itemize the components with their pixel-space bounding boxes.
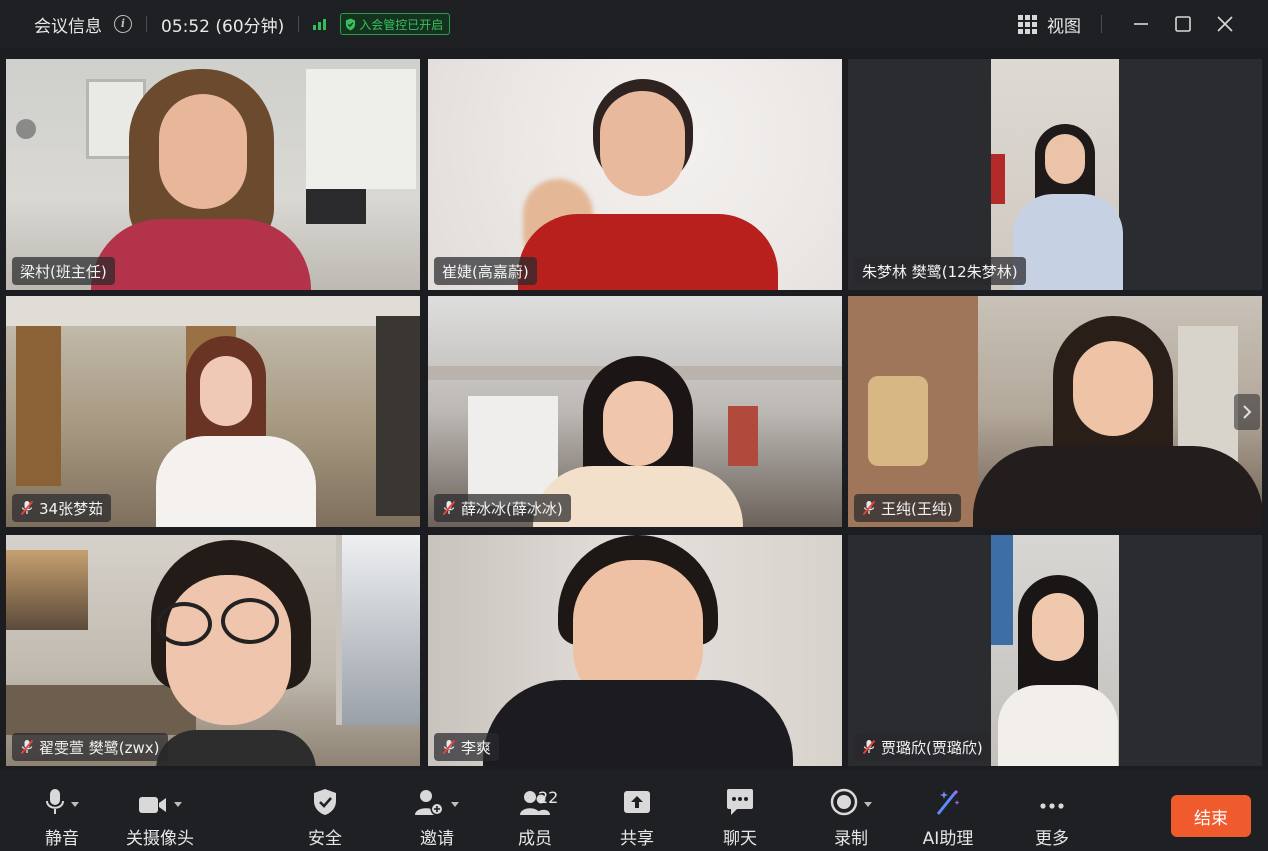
video-feed: [848, 535, 1262, 766]
participant-name: 34张梦茹: [39, 499, 104, 518]
member-count-badge: 22: [538, 788, 559, 807]
video-feed: [848, 296, 1262, 527]
close-icon: [1217, 16, 1233, 32]
participant-name: 翟雯萱 樊鹭(zwx): [39, 738, 160, 757]
camera-options-caret[interactable]: [174, 802, 182, 807]
video-feed: [6, 296, 420, 527]
chevron-right-icon: [1243, 405, 1252, 419]
video-feed: [6, 59, 420, 290]
members-label: 成员: [518, 829, 552, 849]
chat-label: 聊天: [723, 829, 757, 849]
ai-assistant-button[interactable]: AI助理: [918, 770, 978, 851]
camera-label: 关摄像头: [126, 829, 194, 849]
maximize-icon: [1175, 16, 1191, 32]
participant-name: 贾璐欣(贾璐欣): [881, 738, 983, 757]
video-tile[interactable]: 34张梦茹: [6, 296, 420, 527]
participant-name: 朱梦林 樊鹭(12朱梦林): [862, 262, 1018, 281]
video-tile[interactable]: 李爽: [428, 535, 842, 766]
invite-options-caret[interactable]: [451, 802, 459, 807]
mic-muted-icon: [442, 739, 456, 755]
participant-name: 崔婕(高嘉蔚): [442, 262, 529, 281]
meeting-info-title[interactable]: 会议信息: [34, 12, 102, 37]
invite-button[interactable]: 邀请: [404, 770, 470, 851]
maximize-button[interactable]: [1162, 8, 1204, 40]
more-dots-icon: [1040, 803, 1064, 809]
divider: [146, 16, 147, 32]
video-camera-icon: [139, 797, 166, 813]
participant-name: 薛冰冰(薛冰冰): [461, 499, 563, 518]
participant-name-tag: 崔婕(高嘉蔚): [434, 257, 537, 285]
mic-muted-icon: [862, 500, 876, 516]
chat-bubble-icon: [727, 789, 753, 815]
video-feed: [428, 296, 842, 527]
meeting-toolbar: 静音 关摄像头 安全 邀请 22 成员 共享 聊天 录制 AI助理 更多 结束: [0, 770, 1268, 851]
participant-name-tag: 翟雯萱 樊鹭(zwx): [12, 733, 168, 761]
video-feed: [6, 535, 420, 766]
participant-name-tag: 34张梦茹: [12, 494, 112, 522]
ai-assistant-label: AI助理: [922, 829, 974, 849]
magic-wand-icon: [936, 789, 960, 815]
video-feed: [848, 59, 1262, 290]
participant-name-tag: 王纯(王纯): [854, 494, 961, 522]
mic-muted-icon: [862, 739, 876, 755]
divider: [298, 16, 300, 32]
video-tile[interactable]: 梁村(班主任): [6, 59, 420, 290]
invite-label: 邀请: [420, 829, 454, 849]
record-button[interactable]: 录制: [820, 770, 882, 851]
view-grid-icon[interactable]: [1018, 14, 1037, 34]
add-user-icon: [415, 790, 444, 816]
admission-control-badge[interactable]: 入会管控已开启: [340, 13, 451, 35]
participant-name-tag: 朱梦林 樊鹭(12朱梦林): [854, 257, 1026, 285]
members-button[interactable]: 22 成员: [510, 770, 560, 851]
minimize-icon: [1134, 23, 1148, 25]
video-tile[interactable]: 贾璐欣(贾璐欣): [848, 535, 1262, 766]
participant-name-tag: 李爽: [434, 733, 500, 761]
mute-label: 静音: [45, 829, 79, 849]
participant-name: 王纯(王纯): [881, 499, 953, 518]
camera-button[interactable]: 关摄像头: [118, 770, 202, 851]
admission-control-label: 入会管控已开启: [359, 17, 444, 32]
microphone-icon: [46, 789, 64, 814]
end-meeting-button[interactable]: 结束: [1171, 795, 1251, 837]
participant-name: 梁村(班主任): [20, 262, 107, 281]
title-bar: 会议信息 i 05:52 (60分钟) 入会管控已开启 视图: [0, 0, 1268, 48]
close-button[interactable]: [1204, 8, 1246, 40]
signal-strength-icon[interactable]: [313, 18, 327, 30]
participant-name-tag: 薛冰冰(薛冰冰): [434, 494, 571, 522]
video-tile[interactable]: 薛冰冰(薛冰冰): [428, 296, 842, 527]
security-button[interactable]: 安全: [300, 770, 350, 851]
video-tile[interactable]: 朱梦林 樊鹭(12朱梦林): [848, 59, 1262, 290]
more-button[interactable]: 更多: [1027, 770, 1077, 851]
share-label: 共享: [620, 829, 654, 849]
minimize-button[interactable]: [1120, 8, 1162, 40]
participant-name-tag: 贾璐欣(贾璐欣): [854, 733, 991, 761]
video-tile[interactable]: 崔婕(高嘉蔚): [428, 59, 842, 290]
next-page-button[interactable]: [1234, 394, 1260, 430]
record-label: 录制: [834, 829, 868, 849]
view-button[interactable]: 视图: [1047, 12, 1081, 37]
shield-check-icon: [346, 18, 356, 30]
mic-muted-icon: [20, 500, 34, 516]
participant-name: 李爽: [461, 738, 492, 757]
video-tile[interactable]: 王纯(王纯): [848, 296, 1262, 527]
more-label: 更多: [1035, 829, 1069, 849]
mic-muted-icon: [20, 739, 34, 755]
participant-name-tag: 梁村(班主任): [12, 257, 115, 285]
record-icon: [830, 788, 858, 816]
video-feed: [428, 535, 842, 766]
video-tile[interactable]: 翟雯萱 樊鹭(zwx): [6, 535, 420, 766]
security-shield-icon: [314, 789, 336, 815]
mute-button[interactable]: 静音: [30, 770, 94, 851]
record-options-caret[interactable]: [864, 802, 872, 807]
mute-options-caret[interactable]: [71, 802, 79, 807]
video-feed: [428, 59, 842, 290]
share-button[interactable]: 共享: [612, 770, 662, 851]
security-label: 安全: [308, 829, 342, 849]
info-icon[interactable]: i: [114, 15, 132, 33]
mic-muted-icon: [442, 500, 456, 516]
divider: [1101, 15, 1102, 33]
chat-button[interactable]: 聊天: [715, 770, 765, 851]
meeting-duration: 05:52 (60分钟): [161, 16, 285, 37]
share-screen-icon: [624, 791, 650, 813]
